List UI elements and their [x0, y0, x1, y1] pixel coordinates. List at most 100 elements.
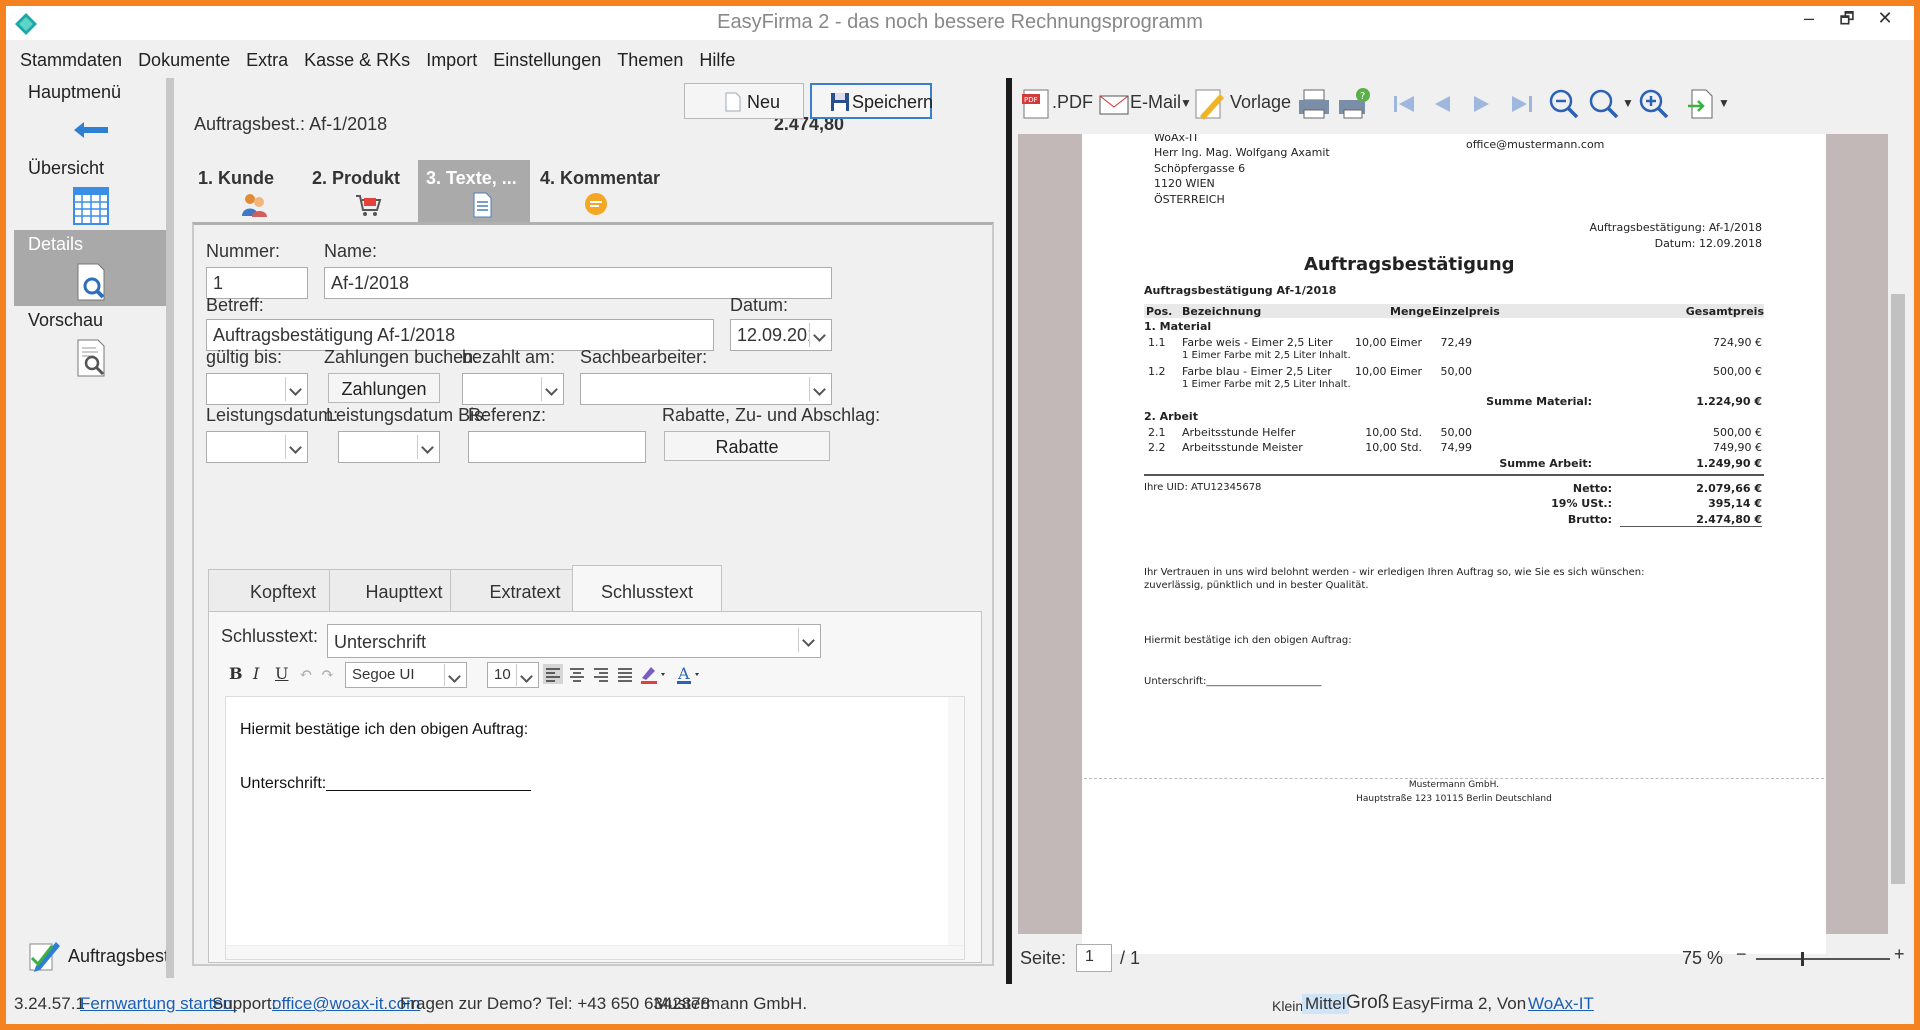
- doc-netto-label: Netto:: [1572, 482, 1612, 495]
- zoom-in-icon[interactable]: [1636, 86, 1672, 122]
- chevron-down-icon[interactable]: [809, 323, 829, 347]
- zoom-slider[interactable]: [1756, 952, 1890, 966]
- doc-row-total: 749,90 €: [1713, 441, 1762, 454]
- page-input[interactable]: 1: [1076, 944, 1112, 972]
- chevron-down-icon[interactable]: [798, 628, 818, 652]
- zoom-in-small-icon[interactable]: +: [1894, 944, 1905, 965]
- chevron-down-icon[interactable]: [285, 377, 305, 401]
- align-right-icon[interactable]: [591, 664, 611, 684]
- left-splitter[interactable]: [166, 78, 174, 978]
- chevron-down-icon[interactable]: [444, 664, 464, 686]
- close-button[interactable]: ✕: [1870, 8, 1900, 36]
- font-color-icon[interactable]: A: [675, 664, 705, 684]
- save-button[interactable]: Speichern: [810, 83, 933, 119]
- leistungsdatum-bis-picker[interactable]: [338, 431, 440, 463]
- nav-uebersicht[interactable]: Übersicht: [14, 154, 172, 230]
- leistungsdatum-picker[interactable]: [206, 431, 308, 463]
- export-dropdown-icon[interactable]: ▼: [1718, 96, 1730, 110]
- nav-hauptmenue[interactable]: Hauptmenü: [14, 78, 172, 154]
- pdf-button[interactable]: .PDF: [1052, 92, 1093, 113]
- leistungsdatum-label: Leistungsdatum:: [206, 405, 339, 425]
- menu-stammdaten[interactable]: Stammdaten: [12, 44, 130, 77]
- status-bar: 3.24.57.1 Fernwartung starten. Support: …: [6, 984, 1914, 1024]
- menu-hilfe[interactable]: Hilfe: [691, 44, 743, 77]
- nav-vorschau[interactable]: Vorschau: [14, 306, 172, 382]
- font-size-select[interactable]: 10: [487, 662, 539, 688]
- bezahlt-picker[interactable]: [462, 373, 564, 405]
- nav-details[interactable]: Details: [14, 230, 172, 306]
- nav-label: Vorschau: [28, 310, 104, 330]
- chevron-down-icon[interactable]: [809, 377, 829, 401]
- align-justify-icon[interactable]: [615, 664, 635, 684]
- zoom-out-icon[interactable]: [1546, 86, 1582, 122]
- scrollbar-thumb[interactable]: [1891, 294, 1905, 884]
- printer-settings-icon[interactable]: ?: [1336, 86, 1372, 122]
- menu-einstellungen[interactable]: Einstellungen: [485, 44, 609, 77]
- doc-row-total: 724,90 €: [1713, 336, 1762, 349]
- export-icon[interactable]: [1684, 86, 1720, 122]
- size-small-button[interactable]: Klein: [1272, 998, 1303, 1014]
- redo-icon[interactable]: ↷: [321, 664, 334, 683]
- font-family-select[interactable]: Segoe UI: [345, 662, 467, 688]
- size-medium-button[interactable]: Mittel: [1302, 994, 1349, 1014]
- align-center-icon[interactable]: [567, 664, 587, 684]
- chevron-down-icon[interactable]: [541, 377, 561, 401]
- rich-text-editor[interactable]: Hiermit bestätige ich den obigen Auftrag…: [225, 696, 965, 960]
- referenz-input[interactable]: [468, 431, 646, 463]
- credit-link[interactable]: WoAx-IT: [1528, 994, 1594, 1014]
- first-page-icon[interactable]: [1386, 86, 1422, 122]
- previous-page-icon[interactable]: [1424, 86, 1460, 122]
- step-tab-kommentar[interactable]: 4. Kommentar: [532, 160, 682, 222]
- doc-signature: Unterschrift:_______________________: [1144, 676, 1322, 687]
- zoom-slider-thumb[interactable]: [1800, 952, 1804, 966]
- zoom-dropdown-icon[interactable]: ▼: [1622, 96, 1634, 110]
- rabatte-button[interactable]: Rabatte: [664, 431, 830, 461]
- app-window: EasyFirma 2 - das noch bessere Rechnungs…: [6, 6, 1914, 1024]
- zoom-icon[interactable]: [1586, 86, 1622, 122]
- menu-themen[interactable]: Themen: [609, 44, 691, 77]
- editor-vertical-scrollbar[interactable]: [948, 697, 964, 959]
- pdf-icon[interactable]: PDF: [1020, 86, 1056, 122]
- next-page-icon[interactable]: [1464, 86, 1500, 122]
- menu-dokumente[interactable]: Dokumente: [130, 44, 238, 77]
- doc-row-sub: 1 Eimer Farbe mit 2,5 Liter Inhalt.: [1182, 350, 1351, 361]
- undo-icon[interactable]: ↶: [299, 664, 312, 683]
- printer-icon[interactable]: [1296, 86, 1332, 122]
- editor-horizontal-scrollbar[interactable]: [226, 945, 964, 959]
- menu-import[interactable]: Import: [418, 44, 485, 77]
- doc-sum-arbeit-value: 1.249,90 €: [1696, 457, 1762, 470]
- email-button[interactable]: E-Mail: [1130, 92, 1181, 113]
- minimize-button[interactable]: –: [1794, 8, 1824, 36]
- restore-button[interactable]: 🗗: [1832, 8, 1862, 36]
- underline-button[interactable]: U: [275, 664, 288, 683]
- new-button[interactable]: Neu: [684, 83, 804, 119]
- preview-canvas[interactable]: WoAx-IT Herr Ing. Mag. Wolfgang Axamit S…: [1018, 134, 1888, 954]
- email-icon[interactable]: [1096, 86, 1132, 122]
- support-email-link[interactable]: office@woax-it.com: [272, 994, 420, 1014]
- size-large-button[interactable]: Groß: [1346, 992, 1389, 1014]
- chevron-down-icon[interactable]: [285, 435, 305, 459]
- preview-vertical-scrollbar[interactable]: [1888, 134, 1910, 940]
- font-size-value: 10: [494, 666, 511, 683]
- align-left-icon[interactable]: [543, 664, 563, 684]
- sachbearbeiter-select[interactable]: [580, 373, 832, 405]
- italic-button[interactable]: I: [253, 664, 259, 683]
- gueltig-picker[interactable]: [206, 373, 308, 405]
- chevron-down-icon[interactable]: [417, 435, 437, 459]
- chevron-down-icon[interactable]: [516, 664, 536, 686]
- menu-extra[interactable]: Extra: [238, 44, 296, 77]
- datum-picker[interactable]: 12.09.2018: [730, 319, 832, 351]
- highlight-color-icon[interactable]: [639, 664, 669, 684]
- last-page-icon[interactable]: [1504, 86, 1540, 122]
- zoom-out-small-icon[interactable]: −: [1736, 944, 1747, 965]
- print-preview: PDF .PDF E-Mail ▼ Vorlage ? ▼ ▼ WoAx-IT …: [1012, 78, 1914, 988]
- email-dropdown-icon[interactable]: ▼: [1180, 96, 1192, 110]
- vorlage-button[interactable]: Vorlage: [1230, 92, 1291, 113]
- template-pencil-icon[interactable]: [1192, 86, 1228, 122]
- menu-kasse[interactable]: Kasse & RKs: [296, 44, 418, 77]
- bold-button[interactable]: B: [229, 664, 243, 683]
- tab-schlusstext[interactable]: Schlusstext: [572, 565, 722, 613]
- step-tab-texte[interactable]: 3. Texte, ...: [418, 160, 530, 222]
- zahlungen-button[interactable]: Zahlungen: [328, 373, 440, 403]
- schlusstext-select[interactable]: Unterschrift: [327, 624, 821, 658]
